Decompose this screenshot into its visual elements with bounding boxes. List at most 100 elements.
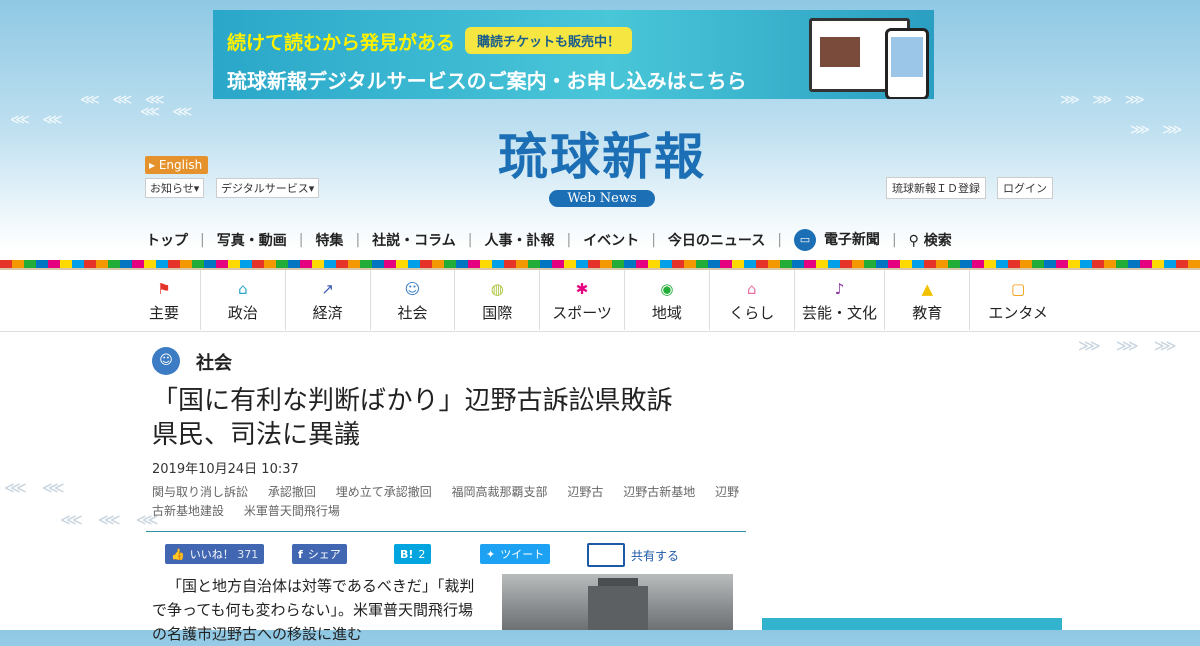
login-button[interactable]: ログイン <box>997 177 1053 199</box>
nav-top[interactable]: トップ <box>146 230 188 250</box>
logo-web-news: Web News <box>549 190 655 207</box>
article-body: 「国と地方自治体は対等であるべきだ」「裁判で争っても何も変わらない」。米軍普天間… <box>152 577 475 643</box>
fish-decoration: ⋘ ⋘ <box>140 104 197 120</box>
article-tags: 関与取り消し訴訟 承認撤回 埋め立て承認撤回 福岡高裁那覇支部 辺野古 辺野古新… <box>152 483 744 521</box>
like-label: いいね！ <box>189 548 234 561</box>
people-icon: ☺ <box>152 347 180 375</box>
banner-tagline: 続けて読むから発見がある <box>227 32 456 54</box>
tag-link[interactable]: 埋め立て承認撤回 <box>336 485 432 499</box>
cat-label: エンタメ <box>988 303 1048 322</box>
map-pin-icon: ◉ <box>660 279 674 298</box>
nav-feature[interactable]: 特集 <box>315 230 343 250</box>
nav-e-paper-label: 電子新聞 <box>823 232 880 248</box>
cat-label: 経済 <box>312 303 343 322</box>
nav-editorial[interactable]: 社説・コラム <box>372 230 456 250</box>
cat-economy[interactable]: ↗ 経済 <box>286 270 371 330</box>
parliament-icon: ⌂ <box>238 279 248 298</box>
cat-main[interactable]: ⚑ 主要 <box>146 270 201 330</box>
tag-link[interactable]: 辺野古 <box>567 485 603 499</box>
site-logo[interactable]: 琉球新報 Web News <box>452 128 752 207</box>
tag-link[interactable]: 辺野古新基地 <box>623 485 695 499</box>
envelope-icon <box>587 543 625 567</box>
tag-link[interactable]: 福岡高裁那覇支部 <box>452 485 548 499</box>
digital-service-dropdown[interactable]: デジタルサービス▾ <box>216 178 320 198</box>
cat-label: 教育 <box>912 303 943 322</box>
nav-search-label: 検索 <box>923 233 952 249</box>
nav-photo-video[interactable]: 写真・動画 <box>217 230 287 250</box>
cat-label: 社会 <box>397 303 428 322</box>
people-icon: ☺ <box>404 279 421 298</box>
tag-link[interactable]: 承認撤回 <box>268 485 316 499</box>
article-headline: 「国に有利な判断ばかり」辺野古訴訟県敗訴 県民、司法に異議 <box>152 386 699 450</box>
search-icon: ⚲ <box>908 233 924 249</box>
cat-label: 地域 <box>651 303 682 322</box>
tweet-label: ツイート <box>500 548 545 561</box>
facebook-like-button[interactable]: 👍 いいね！ 371 <box>165 544 265 564</box>
fish-decoration: ⋙ ⋙ ⋙ <box>1060 92 1149 108</box>
sidebar-ad[interactable] <box>762 618 1062 630</box>
section-label[interactable]: 社会 <box>196 349 232 375</box>
nav-today-news[interactable]: 今日のニュース <box>668 230 765 250</box>
fish-decoration: ⋘ ⋘ <box>10 112 67 128</box>
hatena-icon: B! <box>400 547 414 561</box>
nav-search[interactable]: ⚲ 検索 <box>909 230 952 250</box>
cat-region[interactable]: ◉ 地域 <box>625 270 710 330</box>
english-label: English <box>158 158 203 172</box>
decorative-border <box>0 260 1200 268</box>
banner-ticket-badge: 購読チケットも販売中！ <box>465 27 633 54</box>
house-icon: ⌂ <box>746 279 757 298</box>
logo-text: 琉球新報 <box>498 127 706 186</box>
share-button[interactable]: 共有する <box>587 543 679 567</box>
share-text: 共有する <box>631 548 680 563</box>
main-navigation: トップ | 写真・動画 | 特集 | 社説・コラム | 人事・訃報 | イベント | 今日の… <box>146 228 1066 252</box>
flag-icon: ⚑ <box>157 279 171 298</box>
cat-international[interactable]: ◍ 国際 <box>455 270 541 330</box>
cat-culture[interactable]: ♪ 芸能・文化 <box>795 270 886 330</box>
cat-label: スポーツ <box>552 303 612 322</box>
cat-sports[interactable]: ✱ スポーツ <box>540 270 625 330</box>
twitter-icon: ✦ <box>486 547 496 561</box>
cat-entertainment[interactable]: ▢ エンタメ <box>970 270 1066 330</box>
cat-label: 芸能・文化 <box>802 303 878 322</box>
tv-icon: ▢ <box>1011 279 1026 298</box>
english-button[interactable]: ▸ English <box>145 156 209 174</box>
facebook-share-button[interactable]: f シェア <box>292 544 347 564</box>
nav-e-paper[interactable]: ▭ 電子新聞 <box>793 229 880 251</box>
like-count: 371 <box>237 547 259 561</box>
divider <box>0 331 1200 332</box>
e-paper-icon: ▭ <box>793 229 816 251</box>
hatena-bookmark-button[interactable]: B! 2 <box>394 544 432 564</box>
article-photo[interactable] <box>502 574 733 630</box>
banner-headline: 琉球新報デジタルサービスのご案内・お申し込みはこちら <box>227 69 747 93</box>
runner-icon: ✱ <box>575 279 589 298</box>
tag-link[interactable]: 米軍普天間飛行場 <box>244 504 340 518</box>
chart-icon: ↗ <box>321 279 334 298</box>
fish-decoration: ⋘ ⋘ <box>4 478 70 497</box>
category-navigation: ⚑ 主要 ⌂ 政治 ↗ 経済 ☺ 社会 ◍ 国際 ✱ スポーツ ◉ 地域 ⌂ くらし ♪ 芸能・文… <box>146 270 1066 330</box>
cat-politics[interactable]: ⌂ 政治 <box>201 270 286 330</box>
facebook-icon: f <box>298 547 303 561</box>
cat-education[interactable]: ▲ 教育 <box>885 270 971 330</box>
digital-service-banner[interactable]: 続けて読むから発見がある 購読チケットも販売中！ 琉球新報デジタルサービスのご案… <box>213 10 934 99</box>
tweet-button[interactable]: ✦ ツイート <box>480 544 551 564</box>
fish-decoration: ⋙ ⋙ <box>1130 122 1187 138</box>
share-label: シェア <box>307 548 341 561</box>
thumbs-up-icon: 👍 <box>171 547 185 561</box>
sanshin-icon: ♪ <box>834 279 845 298</box>
cat-label: 国際 <box>482 303 513 322</box>
nav-events[interactable]: イベント <box>583 230 639 250</box>
divider <box>146 531 746 532</box>
cat-label: くらし <box>729 303 775 322</box>
cat-label: 主要 <box>148 303 179 322</box>
cat-label: 政治 <box>227 303 258 322</box>
cat-society[interactable]: ☺ 社会 <box>371 270 456 330</box>
news-menu-dropdown[interactable]: お知らせ▾ <box>145 178 205 198</box>
nav-personnel[interactable]: 人事・訃報 <box>484 230 554 250</box>
article-date: 2019年10月24日 10:37 <box>152 462 299 477</box>
cat-living[interactable]: ⌂ くらし <box>710 270 795 330</box>
hatena-count: 2 <box>418 547 426 561</box>
fish-decoration: ⋙ ⋙ ⋙ <box>1078 336 1182 355</box>
globe-icon: ◍ <box>490 279 504 298</box>
register-button[interactable]: 琉球新報ＩＤ登録 <box>886 177 986 199</box>
tag-link[interactable]: 関与取り消し訴訟 <box>152 485 248 499</box>
